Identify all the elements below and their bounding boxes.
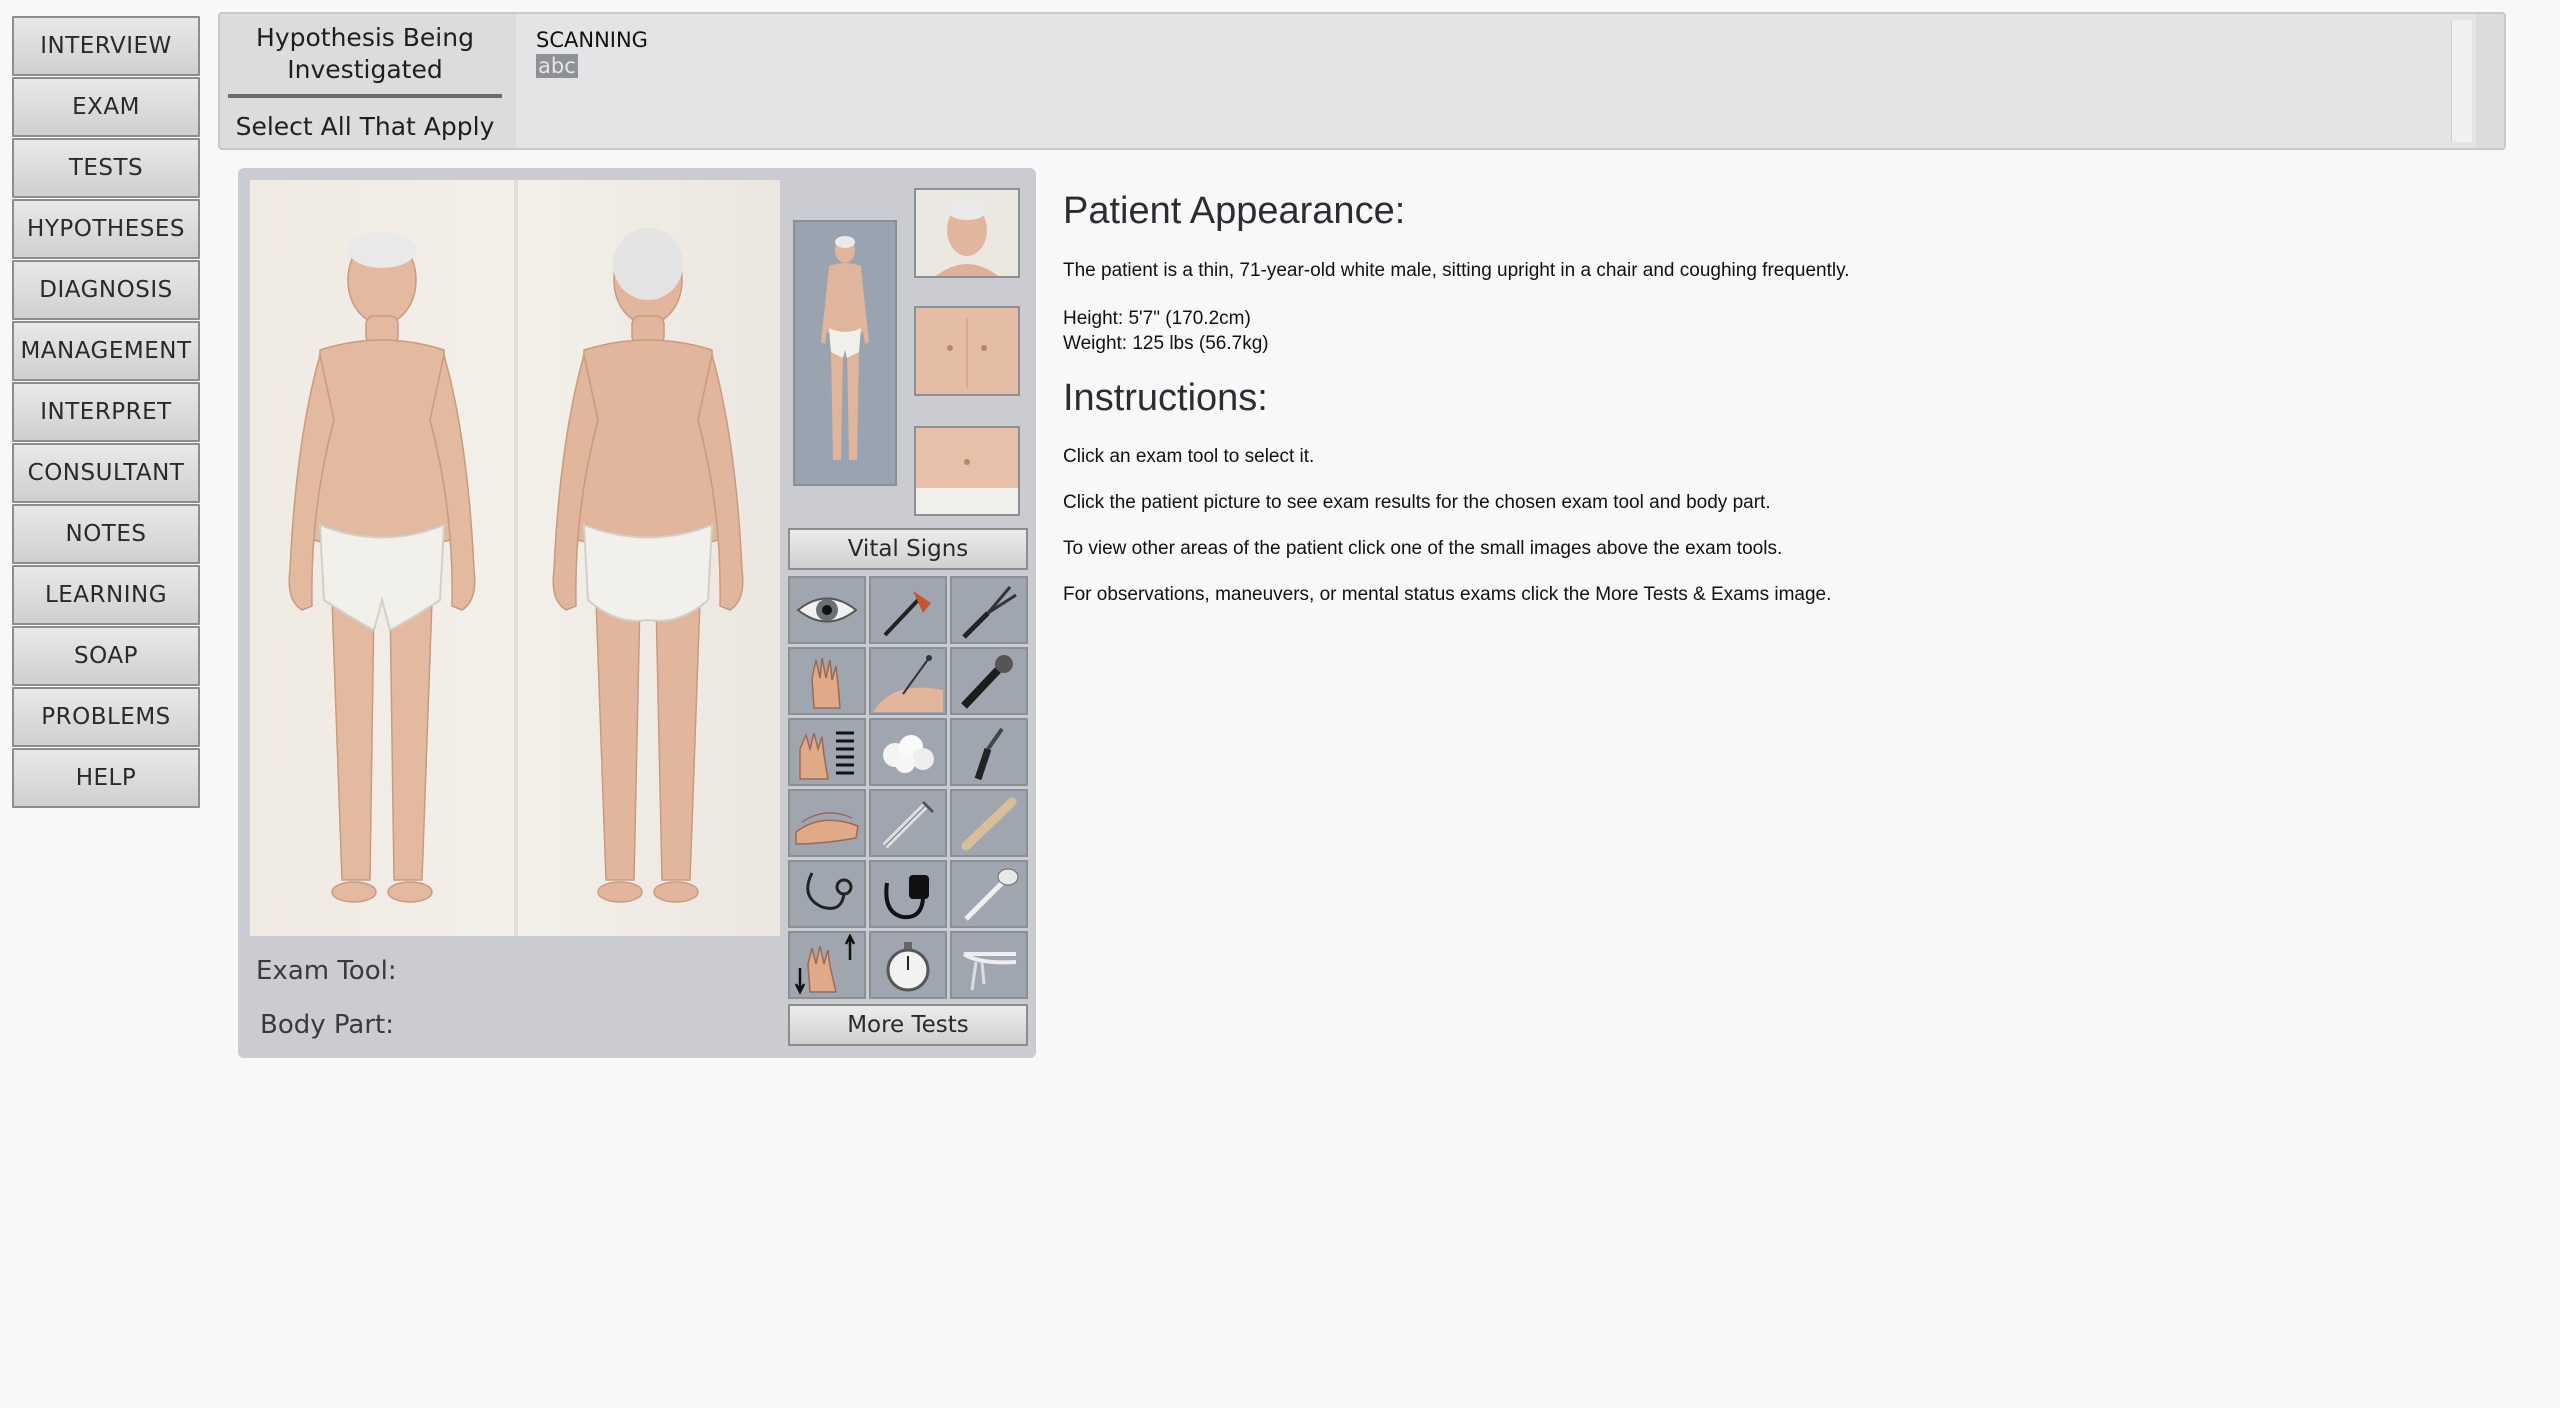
patient-height: Height: 5'7" (170.2cm) bbox=[1063, 308, 1251, 329]
hypothesis-tabs: Hypothesis Being Investigated Select All… bbox=[228, 14, 502, 148]
highlighted-text: abc bbox=[536, 54, 578, 78]
exam-panel: Exam Tool: Body Part: Vital Signs More T… bbox=[238, 168, 1036, 1058]
exam-tool-cotton[interactable] bbox=[869, 718, 947, 786]
exam-tool-tongue-depressor[interactable] bbox=[950, 789, 1028, 857]
penlight-icon bbox=[961, 655, 1013, 709]
exam-tool-reflex-hammer[interactable] bbox=[869, 576, 947, 644]
pin-icon bbox=[873, 655, 943, 712]
thermometer-icon bbox=[964, 868, 1019, 921]
exam-tool-thermometer[interactable] bbox=[950, 860, 1028, 928]
chest-thumbnail[interactable] bbox=[914, 306, 1020, 396]
nav-learning-button[interactable]: LEARNING bbox=[12, 565, 200, 625]
exam-tool-speculum[interactable] bbox=[950, 931, 1028, 999]
body-part-label: Body Part: bbox=[260, 1010, 394, 1040]
exam-tool-stopwatch[interactable] bbox=[869, 931, 947, 999]
nav-interpret-button[interactable]: INTERPRET bbox=[12, 382, 200, 442]
exam-tool-percussion-hands[interactable] bbox=[788, 789, 866, 857]
syringe-icon bbox=[882, 800, 935, 849]
patient-figure-illustration bbox=[288, 180, 744, 936]
patient-weight: Weight: 125 lbs (56.7kg) bbox=[1063, 333, 1269, 354]
stethoscope-icon bbox=[806, 872, 853, 910]
exam-tool-bp-cuff[interactable] bbox=[869, 860, 947, 928]
nav-interview-button[interactable]: INTERVIEW bbox=[12, 16, 200, 76]
reflex-hammer-icon bbox=[883, 591, 931, 637]
hypothesis-scrollbar[interactable] bbox=[2451, 20, 2472, 142]
head-icon bbox=[916, 190, 1018, 276]
full-body-thumbnail[interactable] bbox=[793, 220, 897, 486]
exam-tool-label: Exam Tool: bbox=[256, 956, 397, 986]
patient-appearance-heading: Patient Appearance: bbox=[1063, 190, 1406, 232]
hands-percussion-icon bbox=[795, 812, 859, 845]
instruction-item: Click the patient picture to see exam re… bbox=[1063, 492, 1771, 513]
full-body-icon bbox=[821, 236, 869, 460]
nav-help-button[interactable]: HELP bbox=[12, 748, 200, 808]
tongue-depressor-icon bbox=[961, 797, 1017, 851]
speculum-icon bbox=[962, 952, 1017, 991]
chest-icon bbox=[916, 308, 1018, 394]
exam-tool-syringe[interactable] bbox=[869, 789, 947, 857]
hypothesis-list: SCANNING abc bbox=[516, 14, 2476, 148]
exam-tool-stethoscope[interactable] bbox=[788, 860, 866, 928]
nav-hypotheses-button[interactable]: HYPOTHESES bbox=[12, 199, 200, 259]
hypothesis-item[interactable]: SCANNING bbox=[536, 28, 648, 52]
blood-pressure-cuff-icon bbox=[884, 875, 929, 920]
otoscope-icon bbox=[974, 727, 1004, 781]
eye-icon bbox=[796, 597, 858, 623]
cotton-balls-icon bbox=[883, 735, 934, 773]
tuning-fork-icon bbox=[962, 586, 1017, 639]
exam-tool-tuning-fork[interactable] bbox=[950, 576, 1028, 644]
instruction-item: For observations, maneuvers, or mental s… bbox=[1063, 584, 1832, 605]
patient-body-image[interactable] bbox=[250, 180, 780, 936]
nav-consultant-button[interactable]: CONSULTANT bbox=[12, 443, 200, 503]
nav-problems-button[interactable]: PROBLEMS bbox=[12, 687, 200, 747]
nav-soap-button[interactable]: SOAP bbox=[12, 626, 200, 686]
nav-tests-button[interactable]: TESTS bbox=[12, 138, 200, 198]
more-tests-button[interactable]: More Tests bbox=[788, 1004, 1028, 1046]
tab-select-all-that-apply[interactable]: Select All That Apply bbox=[228, 102, 502, 150]
exam-tool-pin[interactable] bbox=[869, 647, 947, 715]
nav-notes-button[interactable]: NOTES bbox=[12, 504, 200, 564]
exam-tool-hand-scale[interactable] bbox=[788, 718, 866, 786]
stopwatch-icon bbox=[886, 942, 930, 992]
patient-appearance-text: The patient is a thin, 71-year-old white… bbox=[1063, 260, 1850, 281]
vital-signs-button[interactable]: Vital Signs bbox=[788, 528, 1028, 570]
exam-tool-hand-up-down[interactable] bbox=[788, 931, 866, 999]
exam-tool-eye[interactable] bbox=[788, 576, 866, 644]
abdomen-icon bbox=[916, 428, 1018, 514]
hypothesis-panel: Hypothesis Being Investigated Select All… bbox=[218, 12, 2506, 150]
exam-tool-penlight[interactable] bbox=[950, 647, 1028, 715]
hand-palpation-icon bbox=[811, 657, 841, 709]
exam-tool-palpation-hand[interactable] bbox=[788, 647, 866, 715]
nav-management-button[interactable]: MANAGEMENT bbox=[12, 321, 200, 381]
nav-diagnosis-button[interactable]: DIAGNOSIS bbox=[12, 260, 200, 320]
instruction-item: Click an exam tool to select it. bbox=[1063, 446, 1315, 467]
hand-up-down-icon bbox=[794, 934, 856, 995]
nav-exam-button[interactable]: EXAM bbox=[12, 77, 200, 137]
exam-tool-otoscope[interactable] bbox=[950, 718, 1028, 786]
head-thumbnail[interactable] bbox=[914, 188, 1020, 278]
abdomen-thumbnail[interactable] bbox=[914, 426, 1020, 516]
info-panel: Patient Appearance: The patient is a thi… bbox=[1063, 190, 2463, 606]
tab-hypothesis-being-investigated[interactable]: Hypothesis Being Investigated bbox=[228, 14, 502, 98]
instructions-heading: Instructions: bbox=[1063, 377, 1268, 419]
hand-scale-icon bbox=[799, 731, 854, 780]
instruction-item: To view other areas of the patient click… bbox=[1063, 538, 1783, 559]
exam-tools-grid bbox=[788, 576, 1030, 1000]
main-navigation: INTERVIEW EXAM TESTS HYPOTHESES DIAGNOSI… bbox=[12, 16, 200, 809]
